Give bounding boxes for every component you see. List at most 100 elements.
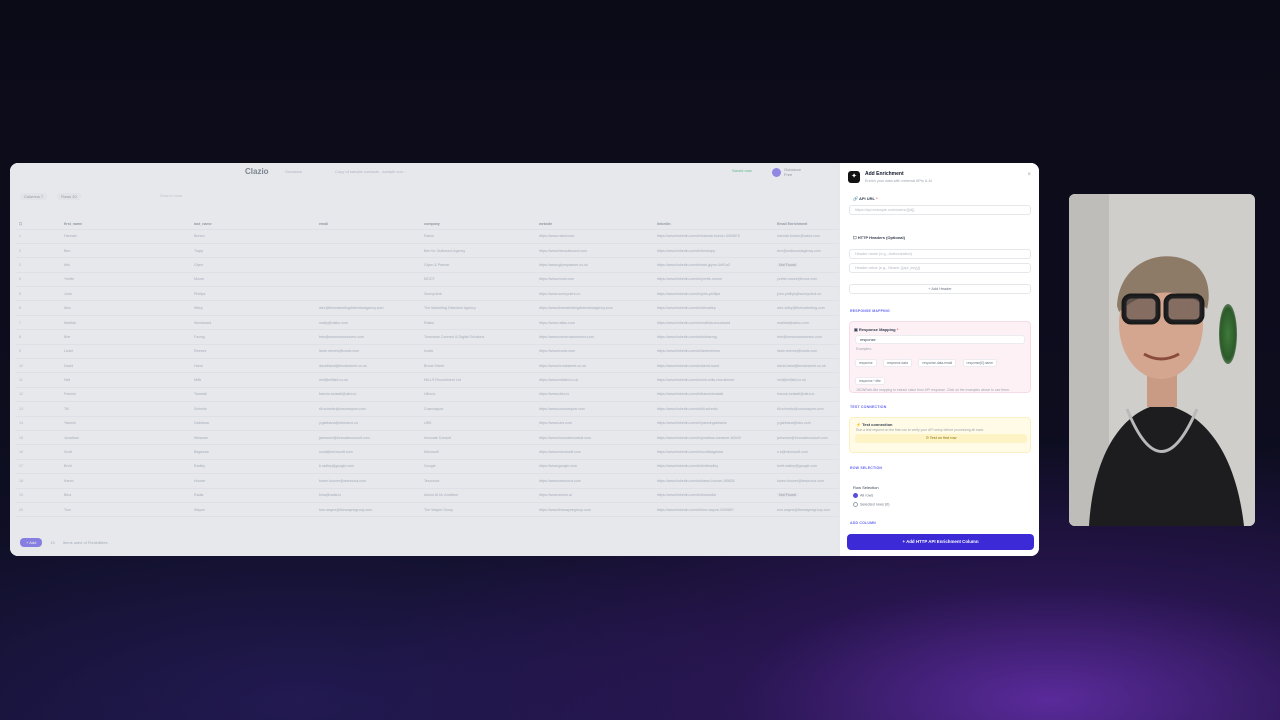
table-cell[interactable]: The Wayne Group <box>421 502 536 518</box>
table-cell[interactable]: Woodward <box>191 315 316 331</box>
table-cell[interactable]: https://www.millsfd.co.uk <box>536 372 654 388</box>
table-cell[interactable]: https://www.cosmosport.com <box>536 401 654 417</box>
example-chip[interactable]: response[0].name <box>962 359 997 367</box>
table-cell[interactable]: https://www.glynnpartner.co.uk <box>536 257 654 273</box>
table-cell[interactable] <box>316 257 421 273</box>
table-cell[interactable]: https://www.brookstreet.co.uk <box>536 358 654 374</box>
column-header[interactable]: company <box>421 219 536 230</box>
table-cell[interactable]: davidhand@brookstreet.co.uk <box>316 358 421 374</box>
table-cell[interactable]: Trapp <box>191 243 316 259</box>
table-cell[interactable]: jwessner@innovateconsult.com <box>774 430 839 446</box>
table-cell[interactable]: MOOT <box>421 272 536 288</box>
table-cell[interactable]: https://www.tomorrowconnect.com <box>536 329 654 345</box>
table-cell[interactable]: https://www.linkedin.com/in/binaradia <box>654 488 774 503</box>
table-cell[interactable]: https://www.ubs.com <box>536 416 654 431</box>
table-cell[interactable]: https://www.linkedin.com/in/scottbagshaw <box>654 444 774 460</box>
table-cell[interactable]: Wessner <box>191 430 316 446</box>
table-cell[interactable]: Icoslx <box>421 344 536 360</box>
table-row[interactable]: 8 Brie Facing brie@tomorrowconnect.com Tomor… <box>16 329 839 345</box>
table-cell[interactable]: Brett <box>61 459 191 475</box>
table-cell[interactable] <box>316 229 421 244</box>
table-row[interactable]: 5 John Phillips Sunnyclerk https://www.sunny… <box>16 286 839 302</box>
row-option-all[interactable]: All rows <box>853 493 873 498</box>
table-cell[interactable]: https://www.linkedin.com/in/jonathan-wes… <box>654 430 774 446</box>
table-cell[interactable]: Innovate Consult <box>421 430 536 446</box>
table-cell[interactable]: Ultra.io <box>421 387 536 403</box>
table-row[interactable]: 20 Tom Wayne tom.wayne@thewaynegroup.com The… <box>16 502 839 518</box>
table-cell[interactable]: Lizzie <box>61 344 191 360</box>
table-row[interactable]: 1 Hannah Burton Rabot https://www.rabot.com h… <box>16 229 839 244</box>
row-number-cell[interactable]: 6 <box>16 300 61 316</box>
row-number-cell[interactable]: 12 <box>16 387 61 403</box>
table-cell[interactable]: Hoover <box>191 473 316 489</box>
table-cell[interactable]: https://www.rabot.com <box>536 229 654 244</box>
table-cell[interactable]: Mel <box>61 257 191 273</box>
add-row-button[interactable]: + Add <box>20 538 43 547</box>
table-cell[interactable]: john.phillips@sunnyclerk.co <box>774 286 839 302</box>
table-cell[interactable]: Bagshaw <box>191 444 316 460</box>
rows-button[interactable]: Rows 20 <box>57 193 81 200</box>
table-cell[interactable]: https://www.microsoft.com <box>536 444 654 460</box>
table-cell[interactable]: brie@tomorrowconnect.com <box>774 329 839 345</box>
table-cell[interactable]: francis.tunstall@ultra.io <box>316 387 421 403</box>
table-cell[interactable]: https://www.linkedin.com/in/francistunst… <box>654 387 774 403</box>
table-cell[interactable] <box>316 243 421 259</box>
table-cell[interactable]: Ben <box>61 243 191 259</box>
row-number-cell[interactable]: 5 <box>16 286 61 302</box>
table-cell[interactable]: Moore <box>191 272 316 288</box>
row-number-cell[interactable]: 11 <box>16 372 61 388</box>
table-cell[interactable]: Glynn & Partner <box>421 257 536 273</box>
table-cell[interactable]: David <box>61 358 191 374</box>
table-cell[interactable]: tom.wayne@thewaynegroup.com <box>774 502 839 518</box>
table-cell[interactable]: alex.wiley@themarketing.com <box>774 300 839 316</box>
table-cell[interactable]: Hand <box>191 358 316 374</box>
table-cell[interactable]: Not Found <box>774 257 839 273</box>
table-cell[interactable]: https://www.themarketingdetectiveagency.… <box>536 300 654 316</box>
table-cell[interactable]: yvette.moore@moot.com <box>774 272 839 288</box>
row-number-cell[interactable]: 8 <box>16 329 61 345</box>
table-cell[interactable]: Gabbana <box>191 416 316 431</box>
table-cell[interactable]: Rakku <box>421 315 536 331</box>
app-logo[interactable]: Clazio <box>245 167 269 176</box>
row-number-cell[interactable]: 2 <box>16 243 61 259</box>
row-number-cell[interactable]: 16 <box>16 444 61 460</box>
table-cell[interactable]: scott@microsoft.com <box>316 444 421 460</box>
row-number-cell[interactable]: 19 <box>16 488 61 503</box>
table-row[interactable]: 6 Alex Wiley alex@themarketingdetectiveagen… <box>16 300 839 316</box>
table-cell[interactable]: Microsoft <box>421 444 536 460</box>
example-chip[interactable]: response.data <box>883 359 912 367</box>
table-cell[interactable]: https://www.linkedin.com/in/yasmingabban… <box>654 416 774 431</box>
table-cell[interactable]: Radia <box>191 488 316 503</box>
row-number-cell[interactable]: 7 <box>16 315 61 331</box>
table-cell[interactable]: Till <box>61 401 191 417</box>
table-cell[interactable]: https://www.linkedin.com/in/matilda-wood… <box>654 315 774 331</box>
row-number-cell[interactable]: 17 <box>16 459 61 475</box>
table-cell[interactable]: Scott <box>61 444 191 460</box>
table-cell[interactable]: Axiom AI for Ambition <box>421 488 536 503</box>
column-header[interactable]: Email Enrichment <box>774 219 839 230</box>
table-cell[interactable]: John <box>61 286 191 302</box>
table-cell[interactable]: https://www.sunnyclerk.co <box>536 286 654 302</box>
table-cell[interactable]: Bina <box>61 488 191 503</box>
table-cell[interactable]: neil@millsfd.co.uk <box>316 372 421 388</box>
table-cell[interactable]: Tesonova <box>421 473 536 489</box>
table-cell[interactable]: Brook Street <box>421 358 536 374</box>
table-cell[interactable]: Hannah <box>61 229 191 244</box>
table-cell[interactable]: https://www.linkedin.com/in/karen-hoover… <box>654 473 774 489</box>
table-cell[interactable]: karen.hoover@tesonova.com <box>316 473 421 489</box>
table-cell[interactable]: Rabot <box>421 229 536 244</box>
table-cell[interactable]: Mills <box>191 372 316 388</box>
column-header[interactable]: linkedin <box>654 219 774 230</box>
breadcrumb-sheet[interactable]: Copy of sample contacts - sample con... <box>335 169 406 174</box>
table-cell[interactable]: Schmitz <box>191 401 316 417</box>
table-cell[interactable]: b.radley@google.com <box>316 459 421 475</box>
response-mapping-input[interactable]: response <box>855 335 1025 344</box>
table-cell[interactable]: jwessner@innovateconsult.com <box>316 430 421 446</box>
table-cell[interactable]: Tunstall <box>191 387 316 403</box>
table-cell[interactable]: y.gabbana@ubmarco.co <box>316 416 421 431</box>
table-cell[interactable]: Not Found <box>774 488 839 503</box>
row-number-cell[interactable]: 15 <box>16 430 61 446</box>
table-cell[interactable]: https://www.linkedin.com/in/neil-mills-r… <box>654 372 774 388</box>
table-cell[interactable]: MILLS Recruitment Ltd <box>421 372 536 388</box>
column-header[interactable]: website <box>536 219 654 230</box>
